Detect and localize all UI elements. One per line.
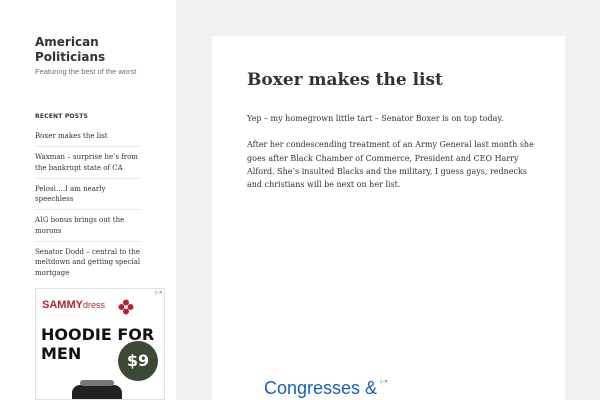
sidebar: American Politicians Featuring the best …	[0, 0, 176, 400]
post-paragraph: After her condescending treatment of an …	[247, 140, 534, 190]
post-title[interactable]: Boxer makes the list	[247, 70, 443, 90]
post-paragraph: Yep – my homegrown little tart – Senator…	[247, 114, 504, 123]
recent-posts-heading: RECENT POSTS	[35, 113, 89, 120]
adchoices-icon[interactable]: ▷✕	[380, 379, 388, 385]
recent-post-link[interactable]: AIG bonus brings out the morons	[35, 209, 141, 241]
recent-post-link[interactable]: Pelosi….I am nearly speechless	[35, 177, 141, 210]
ad-brand: SAMMYdress	[42, 299, 105, 311]
ad-price-badge: $9	[118, 341, 158, 381]
flower-logo-icon	[118, 299, 134, 315]
recent-post-link[interactable]: Waxman – surprise he’s from the bankrupt…	[35, 146, 141, 178]
site-title[interactable]: American Politicians	[35, 35, 155, 65]
ad-product-image	[72, 380, 122, 399]
sidebar-advertisement[interactable]: ▷✕ SAMMYdress HOODIE FOR MEN $9	[35, 288, 165, 400]
inline-advertisement-text[interactable]: Congresses &	[264, 378, 377, 399]
adchoices-icon[interactable]: ▷✕	[155, 290, 163, 296]
recent-post-link[interactable]: Boxer makes the list	[35, 126, 141, 146]
recent-post-link[interactable]: Senator Dodd – central to the meltdown a…	[35, 241, 141, 283]
site-description: Featuring the best of the worst	[35, 67, 137, 76]
post-card: Boxer makes the list Yep – my homegrown …	[212, 36, 565, 400]
recent-posts-list: Boxer makes the list Waxman – surprise h…	[35, 126, 141, 283]
post-content: Yep – my homegrown little tart – Senator…	[247, 112, 537, 204]
